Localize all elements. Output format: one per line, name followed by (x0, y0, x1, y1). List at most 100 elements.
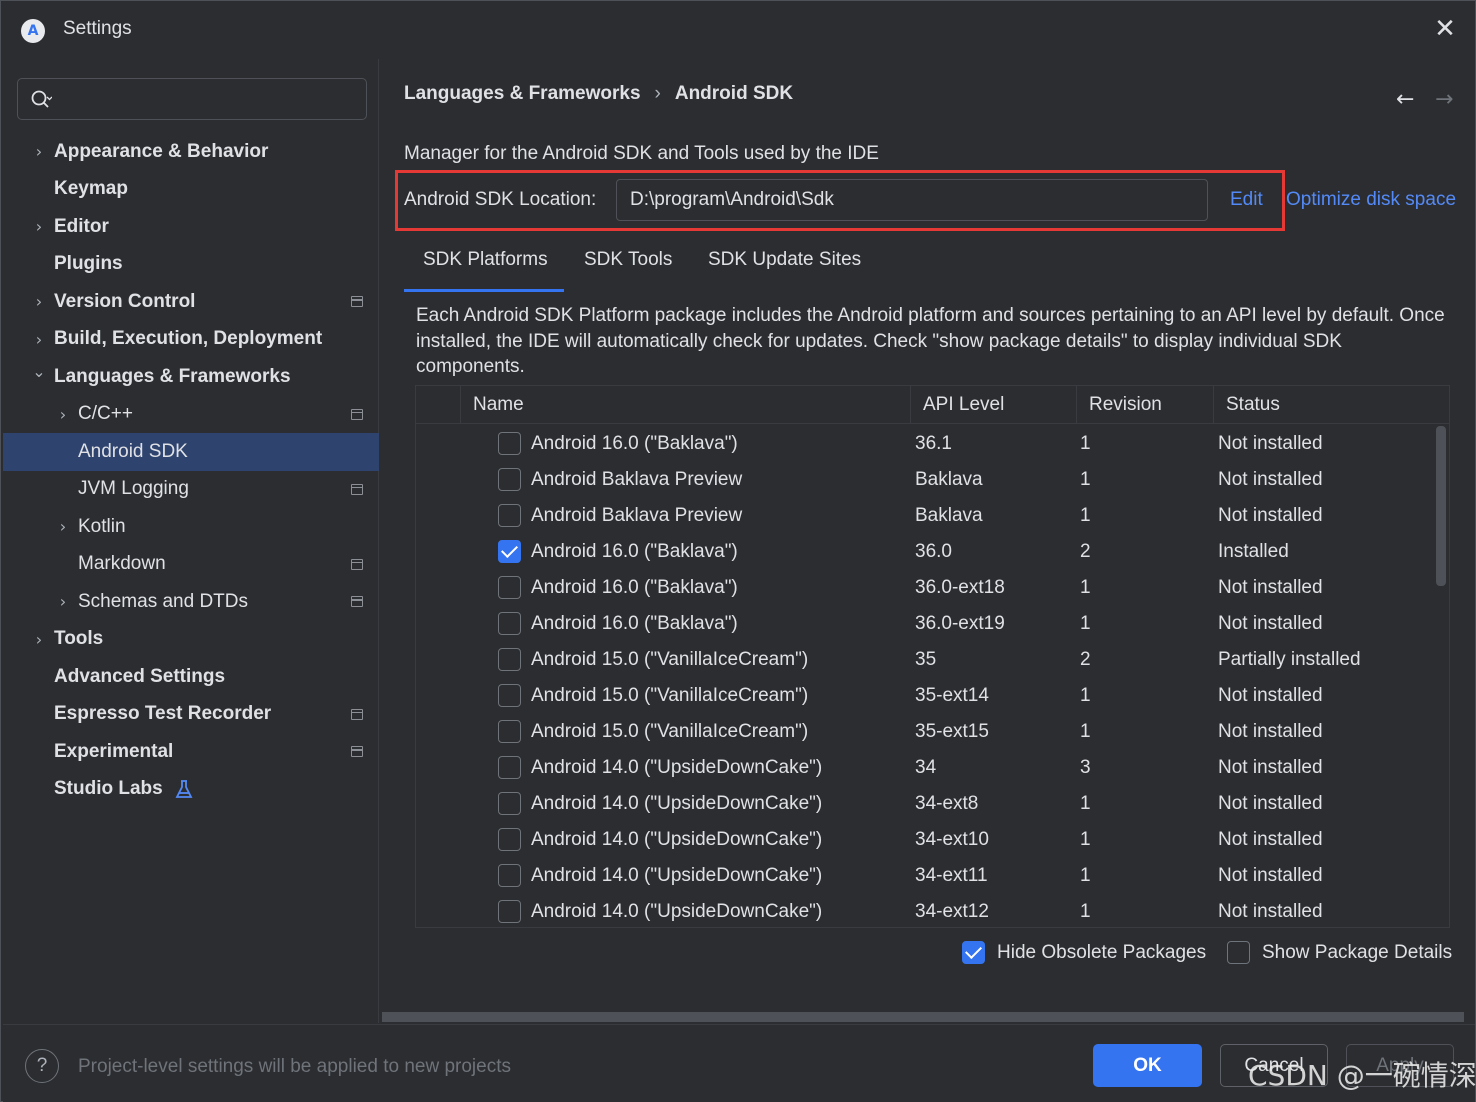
table-row[interactable]: Android 14.0 ("UpsideDownCake") 34-ext11 1… (416, 858, 1436, 894)
table-row[interactable]: Android 14.0 ("UpsideDownCake") 34-ext12 1… (416, 894, 1436, 927)
search-input[interactable] (17, 78, 367, 120)
tab-sdk-update-sites[interactable]: SDK Update Sites (708, 249, 861, 271)
breadcrumb-parent[interactable]: Languages & Frameworks (404, 83, 641, 104)
table-row[interactable]: Android 14.0 ("UpsideDownCake") 34 3 Not in… (416, 750, 1436, 786)
sidebar-item[interactable]: Plugins (3, 246, 379, 284)
chevron-right-icon[interactable]: › (32, 330, 46, 349)
cell-api-level: 36.1 (915, 433, 952, 454)
cell-revision: 1 (1080, 793, 1091, 814)
hide-obsolete-label[interactable]: Hide Obsolete Packages (997, 942, 1206, 964)
window-title: Settings (63, 18, 132, 39)
sidebar-item-label: JVM Logging (78, 478, 189, 500)
back-arrow-icon[interactable]: ← (1396, 87, 1414, 112)
package-checkbox[interactable] (498, 756, 521, 779)
tab-sdk-platforms[interactable]: SDK Platforms (423, 249, 548, 271)
package-checkbox[interactable] (498, 684, 521, 707)
cell-revision: 1 (1080, 685, 1091, 706)
table-row[interactable]: Android 14.0 ("UpsideDownCake") 34-ext8 1 N… (416, 786, 1436, 822)
sidebar-item[interactable]: › Schemas and DTDs (3, 583, 379, 621)
chevron-right-icon[interactable]: › (32, 142, 46, 161)
column-header-api-level[interactable]: API Level (910, 386, 1076, 424)
chevron-right-icon[interactable]: › (32, 292, 46, 311)
sdk-location-field[interactable]: D:\program\Android\Sdk (616, 179, 1208, 221)
cell-status: Not installed (1218, 433, 1323, 454)
sidebar-item[interactable]: › C/C++ (3, 396, 379, 434)
sidebar-item[interactable]: ⌄ Languages & Frameworks (3, 358, 379, 396)
horizontal-scrollbar[interactable] (382, 1012, 1464, 1022)
cell-status: Not installed (1218, 685, 1323, 706)
ok-button[interactable]: OK (1093, 1044, 1202, 1087)
sidebar-item[interactable]: › Appearance & Behavior (3, 133, 379, 171)
sidebar-item[interactable]: Markdown (3, 546, 379, 584)
chevron-right-icon[interactable]: › (56, 405, 70, 424)
watermark: CSDN @一碗情深 (1248, 1059, 1476, 1092)
sidebar-item-label: Experimental (54, 740, 174, 762)
edit-link[interactable]: Edit (1230, 189, 1263, 211)
package-checkbox[interactable] (498, 792, 521, 815)
show-details-label[interactable]: Show Package Details (1262, 942, 1452, 964)
column-header-revision[interactable]: Revision (1076, 386, 1213, 424)
sidebar-item[interactable]: Espresso Test Recorder (3, 696, 379, 734)
active-tab-indicator (404, 289, 564, 292)
package-checkbox[interactable] (498, 504, 521, 527)
footer-note: Project-level settings will be applied t… (78, 1056, 511, 1077)
show-details-checkbox[interactable] (1227, 941, 1250, 964)
cell-api-level: 34-ext10 (915, 829, 989, 850)
column-header-status[interactable]: Status (1213, 386, 1449, 424)
sidebar-item[interactable]: JVM Logging (3, 471, 379, 509)
sidebar-item[interactable]: Experimental (3, 733, 379, 771)
cell-name: Android 15.0 ("VanillaIceCream") (531, 721, 809, 742)
sidebar-item[interactable]: › Editor (3, 208, 379, 246)
table-row[interactable]: Android 15.0 ("VanillaIceCream") 35-ext15… (416, 714, 1436, 750)
column-header-name[interactable]: Name (460, 386, 910, 424)
package-checkbox[interactable] (498, 612, 521, 635)
table-row[interactable]: Android 16.0 ("Baklava") 36.0-ext19 1 Not i… (416, 606, 1436, 642)
sidebar-item[interactable]: Keymap (3, 171, 379, 209)
table-row[interactable]: Android 16.0 ("Baklava") 36.0-ext18 1 Not i… (416, 570, 1436, 606)
sidebar-item[interactable]: › Kotlin (3, 508, 379, 546)
sidebar-item-label: Android SDK (78, 440, 188, 462)
package-checkbox[interactable] (498, 468, 521, 491)
cell-name: Android 15.0 ("VanillaIceCream") (531, 685, 809, 706)
table-row[interactable]: Android 16.0 ("Baklava") 36.1 1 Not install… (416, 426, 1436, 462)
sidebar-item[interactable]: › Version Control (3, 283, 379, 321)
chevron-right-icon[interactable]: › (56, 517, 70, 536)
hide-obsolete-checkbox[interactable] (962, 941, 985, 964)
package-checkbox[interactable] (498, 900, 521, 923)
tab-sdk-tools[interactable]: SDK Tools (584, 249, 672, 271)
sidebar-item[interactable]: › Build, Execution, Deployment (3, 321, 379, 359)
package-checkbox[interactable] (498, 864, 521, 887)
package-checkbox[interactable] (498, 828, 521, 851)
table-row[interactable]: Android 15.0 ("VanillaIceCream") 35-ext14… (416, 678, 1436, 714)
cell-revision: 1 (1080, 505, 1091, 526)
package-checkbox[interactable] (498, 720, 521, 743)
cell-api-level: 36.0-ext19 (915, 613, 1005, 634)
optimize-disk-space-link[interactable]: Optimize disk space (1286, 189, 1456, 211)
chevron-right-icon[interactable]: › (32, 630, 46, 649)
chevron-down-icon[interactable]: ⌄ (32, 362, 46, 381)
sidebar-item[interactable]: Android SDK (3, 433, 379, 471)
chevron-right-icon[interactable]: › (56, 592, 70, 611)
package-checkbox[interactable] (498, 540, 521, 563)
sidebar-item[interactable]: Advanced Settings (3, 658, 379, 696)
sidebar-item[interactable]: Studio Labs (3, 771, 379, 809)
cell-status: Installed (1218, 541, 1289, 562)
table-scrollbar[interactable] (1436, 426, 1446, 586)
package-checkbox[interactable] (498, 576, 521, 599)
table-row[interactable]: Android 15.0 ("VanillaIceCream") 35 2 Parti… (416, 642, 1436, 678)
package-checkbox[interactable] (498, 432, 521, 455)
chevron-right-icon[interactable]: › (32, 217, 46, 236)
panel-description: Manager for the Android SDK and Tools us… (404, 143, 879, 164)
sidebar-item-label: Editor (54, 215, 109, 237)
sidebar-item-label: Version Control (54, 290, 196, 312)
table-row[interactable]: Android Baklava Preview Baklava 1 Not insta… (416, 462, 1436, 498)
package-checkbox[interactable] (498, 648, 521, 671)
close-icon[interactable]: ✕ (1431, 14, 1459, 44)
table-row[interactable]: Android Baklava Preview Baklava 1 Not insta… (416, 498, 1436, 534)
forward-arrow-icon[interactable]: → (1435, 87, 1453, 112)
help-icon[interactable]: ? (25, 1049, 59, 1083)
table-row[interactable]: Android 16.0 ("Baklava") 36.0 2 Installed (416, 534, 1436, 570)
table-row[interactable]: Android 14.0 ("UpsideDownCake") 34-ext10 1… (416, 822, 1436, 858)
settings-dialog: A Settings ✕ › Appearance & Behavior Keyma… (0, 0, 1476, 1102)
sidebar-item[interactable]: › Tools (3, 621, 379, 659)
